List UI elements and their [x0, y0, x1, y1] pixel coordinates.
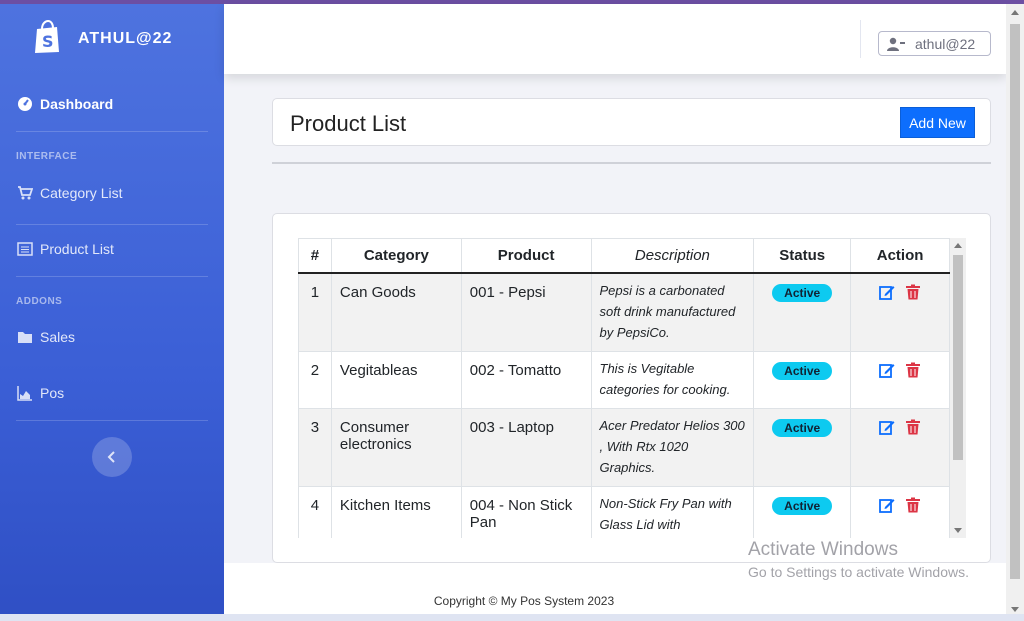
- bottom-edge: [0, 614, 1024, 621]
- row-actions: [850, 407, 950, 487]
- chart-area-icon: [17, 385, 33, 401]
- row-description: Pepsi is a carbonated soft drink manufac…: [590, 272, 755, 352]
- edit-icon[interactable]: [879, 497, 895, 513]
- column-header-status[interactable]: Status: [753, 238, 852, 274]
- row-status-cell: Active: [753, 350, 852, 409]
- sidebar-item-label: Sales: [40, 329, 76, 345]
- status-badge: Active: [772, 496, 833, 515]
- table-header-row: # Category Product Description Status Ac…: [298, 238, 950, 274]
- scroll-up-arrow-icon[interactable]: [1011, 10, 1019, 15]
- product-table: # Category Product Description Status Ac…: [298, 238, 950, 538]
- topbar-divider: [860, 20, 861, 58]
- trash-icon[interactable]: [905, 362, 921, 378]
- row-product: 002 - Tomatto: [460, 350, 592, 409]
- sidebar-divider: [16, 131, 208, 132]
- row-status-cell: Active: [753, 407, 852, 487]
- row-description: This is Vegitable categories for cooking…: [590, 350, 755, 409]
- row-category: Kitchen Items: [330, 485, 462, 538]
- status-badge: Active: [772, 361, 833, 380]
- row-description: Non-Stick Fry Pan with Glass Lid with De…: [590, 485, 755, 538]
- row-number: 4: [298, 485, 332, 538]
- username: athul@22: [915, 36, 976, 52]
- sidebar-divider: [16, 420, 208, 421]
- row-category: Can Goods: [330, 272, 462, 352]
- column-header-description[interactable]: Description: [590, 238, 755, 274]
- user-menu-button[interactable]: athul@22: [878, 31, 991, 56]
- sidebar-toggle-button[interactable]: [92, 437, 132, 477]
- top-navbar: athul@22: [224, 4, 1006, 74]
- page-scrollbar[interactable]: [1006, 4, 1024, 618]
- edit-icon[interactable]: [879, 362, 895, 378]
- status-badge: Active: [772, 418, 833, 437]
- shopping-cart-icon: [17, 185, 33, 201]
- sidebar-item-sales[interactable]: Sales: [0, 317, 224, 357]
- row-status-cell: Active: [753, 485, 852, 538]
- sidebar-item-dashboard[interactable]: Dashboard: [0, 84, 224, 124]
- activate-windows-title: Activate Windows: [748, 539, 898, 560]
- sidebar-item-label: Category List: [40, 185, 123, 201]
- scroll-up-arrow-icon[interactable]: [954, 243, 962, 248]
- tachometer-icon: [17, 96, 33, 112]
- page-scrollbar-thumb[interactable]: [1010, 24, 1020, 579]
- list-alt-icon: [17, 241, 33, 257]
- brand-name: ATHUL@22: [78, 30, 173, 47]
- row-actions: [850, 485, 950, 538]
- svg-text:S: S: [42, 32, 54, 51]
- divider-line: [272, 162, 991, 164]
- add-new-button[interactable]: Add New: [900, 107, 975, 138]
- sidebar-item-label: Product List: [40, 241, 114, 257]
- sidebar: S ATHUL@22 Dashboard INTERFACE Category …: [0, 4, 224, 621]
- table-scrollbar[interactable]: [950, 238, 966, 538]
- folder-icon: [17, 329, 33, 345]
- sidebar-item-category-list[interactable]: Category List: [0, 173, 224, 213]
- sidebar-heading-interface: INTERFACE: [16, 151, 78, 162]
- brand[interactable]: S ATHUL@22: [0, 4, 224, 76]
- scroll-down-arrow-icon[interactable]: [954, 528, 962, 533]
- sidebar-item-product-list[interactable]: Product List: [0, 229, 224, 269]
- sidebar-divider: [16, 224, 208, 225]
- row-product: 001 - Pepsi: [460, 272, 592, 352]
- row-number: 1: [298, 272, 332, 352]
- shopify-bag-icon: S: [35, 20, 59, 53]
- trash-icon[interactable]: [905, 497, 921, 513]
- sidebar-item-label: Pos: [40, 385, 65, 401]
- row-product: 003 - Laptop: [460, 407, 592, 487]
- status-badge: Active: [772, 283, 833, 302]
- trash-icon[interactable]: [905, 284, 921, 300]
- activate-windows-subtitle: Go to Settings to activate Windows.: [748, 564, 969, 580]
- table-row: 2 Vegitableas 002 - Tomatto This is Vegi…: [298, 350, 950, 409]
- product-table-card: # Category Product Description Status Ac…: [272, 213, 991, 563]
- edit-icon[interactable]: [879, 419, 895, 435]
- table-scroll-container[interactable]: # Category Product Description Status Ac…: [298, 238, 966, 538]
- table-row: 4 Kitchen Items 004 - Non Stick Pan Non-…: [298, 485, 950, 538]
- row-number: 3: [298, 407, 332, 487]
- sidebar-item-label: Dashboard: [40, 96, 114, 112]
- scrollbar-thumb[interactable]: [953, 255, 963, 460]
- row-description: Acer Predator Helios 300 , With Rtx 1020…: [590, 407, 755, 487]
- column-header-category[interactable]: Category: [330, 238, 462, 274]
- chevron-left-icon: [107, 451, 115, 463]
- copyright-text: Copyright © My Pos System 2023: [433, 594, 615, 608]
- user-minus-icon: [887, 37, 905, 51]
- column-header-product[interactable]: Product: [460, 238, 592, 274]
- column-header-number: #: [298, 238, 332, 274]
- row-actions: [850, 350, 950, 409]
- row-status-cell: Active: [753, 272, 852, 352]
- row-number: 2: [298, 350, 332, 409]
- column-header-action: Action: [850, 238, 950, 274]
- row-category: Consumer electronics: [330, 407, 462, 487]
- table-row: 3 Consumer electronics 003 - Laptop Acer…: [298, 407, 950, 487]
- sidebar-heading-addons: ADDONS: [16, 296, 63, 307]
- row-category: Vegitableas: [330, 350, 462, 409]
- table-row: 1 Can Goods 001 - Pepsi Pepsi is a carbo…: [298, 272, 950, 352]
- scroll-down-arrow-icon[interactable]: [1011, 607, 1019, 612]
- row-product: 004 - Non Stick Pan: [460, 485, 592, 538]
- sidebar-item-pos[interactable]: Pos: [0, 373, 224, 413]
- sidebar-divider: [16, 276, 208, 277]
- edit-icon[interactable]: [879, 284, 895, 300]
- trash-icon[interactable]: [905, 419, 921, 435]
- page-title: Product List: [290, 111, 407, 136]
- page-header-card: Product List Add New: [272, 98, 991, 146]
- row-actions: [850, 272, 950, 352]
